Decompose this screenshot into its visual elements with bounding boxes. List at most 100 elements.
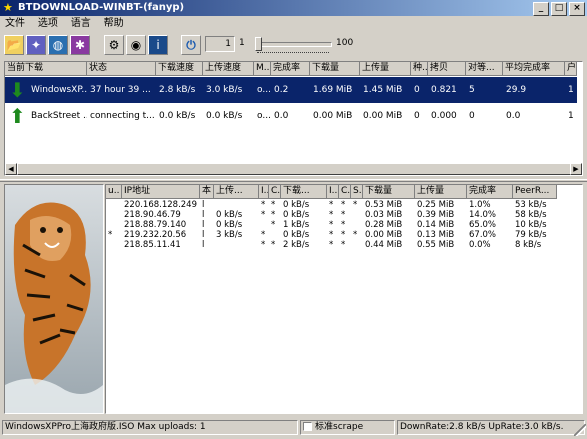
peer-row[interactable]: 220.168.128.249 l * * 0 kB/s * * * 0.53 MiB 0.25 … [106, 200, 557, 210]
max-uploads-spinner[interactable]: 1 [205, 36, 235, 52]
torrent-col-header[interactable]: 拷贝 [428, 62, 466, 76]
peer-cell: 58 kB/s [515, 210, 547, 220]
menu-help[interactable]: 帮助 [99, 16, 129, 32]
scrape-checkbox-box[interactable] [303, 422, 312, 431]
menu-language[interactable]: 语言 [66, 16, 96, 32]
torrent-cell: 0.2 [271, 77, 310, 103]
torrent-cell: 0 [469, 111, 475, 121]
peer-cell: 2 kB/s [283, 240, 310, 250]
peer-cell: 0.28 MiB [365, 220, 403, 230]
peer-col-header[interactable]: I.. [259, 185, 269, 199]
scrape-checkbox[interactable]: 标准scrape [300, 420, 395, 435]
peer-cell: 0.44 MiB [365, 240, 403, 250]
new-torrent-icon[interactable]: ✦ [26, 35, 46, 55]
peer-cell: * [261, 230, 266, 240]
peer-cell: 1.0% [469, 200, 491, 210]
torrent-row[interactable]: BackStreet ... connecting t... 0.0 kB/s 0.0… [5, 103, 577, 129]
peer-col-header[interactable]: C.. [269, 185, 281, 199]
torrent-col-header[interactable]: 状态 [87, 62, 156, 76]
peer-row[interactable]: 218.88.79.140 l 0 kB/s * 1 kB/s * * 0.28 MiB 0.1… [106, 220, 557, 230]
peer-cell: * [341, 230, 346, 240]
torrent-col-header[interactable]: 当前下载 [5, 62, 87, 76]
max-uploads-label: 1 [239, 38, 245, 48]
peer-cell: 218.88.79.140 [124, 220, 187, 230]
peer-col-header[interactable]: 上传... [214, 185, 259, 199]
peer-cell: l [202, 220, 205, 230]
peer-cell [351, 240, 363, 250]
peer-col-header[interactable]: I.. [327, 185, 339, 199]
torrent-list: 当前下载 状态 下载速度 上传速度 M.. 完成率 下载量 上传量 种.. 拷贝 对等... 平均完成… [4, 61, 583, 176]
torrent-cell: 0.0 kB/s [206, 111, 243, 121]
torrent-col-header[interactable]: 户 [565, 62, 577, 76]
resize-grip[interactable] [574, 424, 586, 436]
peer-list-header: u..IP地址本上传...I..C..下载...I..C..S..下载量上传量完… [106, 185, 557, 199]
torrent-cell: 1.69 MiB [310, 77, 360, 103]
torrent-cell: 37 hour 39 ... [87, 77, 156, 103]
torrent-col-header[interactable]: 下载速度 [156, 62, 203, 76]
scroll-right-button[interactable]: ▶ [570, 163, 582, 175]
pane-splitter[interactable] [0, 179, 587, 182]
power-icon[interactable]: ⏻ [181, 35, 201, 55]
scrape-label: 标准scrape [315, 422, 364, 432]
peer-col-header[interactable]: C.. [339, 185, 351, 199]
menu-bar: 文件 选项 语言 帮助 [0, 16, 587, 32]
torrent-cell: 1 [568, 111, 574, 121]
rate-slider[interactable] [255, 37, 332, 53]
peer-cell [106, 200, 122, 210]
peer-cell: l [202, 200, 205, 210]
torrent-row[interactable]: WindowsXP... 37 hour 39 ... 2.8 kB/s 3.0 kB… [5, 77, 577, 103]
peer-cell: * [329, 200, 334, 210]
peer-cell: l [202, 210, 205, 220]
settings-icon[interactable]: ⚙ [104, 35, 124, 55]
torrent-col-header[interactable]: M.. [254, 62, 271, 76]
peer-cell [106, 240, 122, 250]
scroll-thumb[interactable] [17, 163, 572, 175]
peer-col-header[interactable]: 本 [200, 185, 214, 199]
window-title: BTDOWNLOAD-WINBT-(fanyp) [18, 2, 185, 13]
torrent-cell: 0.000 [431, 111, 457, 121]
peer-col-header[interactable]: 完成率 [467, 185, 513, 199]
peer-cell: 0.03 MiB [365, 210, 403, 220]
peer-col-header[interactable]: 下载量 [363, 185, 415, 199]
scroll-left-button[interactable]: ◀ [5, 163, 17, 175]
peer-col-header[interactable]: PeerR... [513, 185, 557, 199]
peer-cell: 14.0% [469, 210, 497, 220]
close-button[interactable]: × [569, 2, 585, 16]
peer-col-header[interactable]: 下载... [281, 185, 327, 199]
peer-row[interactable]: 218.85.11.41 l * * 2 kB/s * * 0.44 MiB 0.55 MiB 0… [106, 240, 557, 250]
menu-file[interactable]: 文件 [0, 16, 30, 32]
torrent-col-header[interactable]: 平均完成率 [503, 62, 565, 76]
peer-col-header[interactable]: S.. [351, 185, 363, 199]
torrent-cell: 0.0 [274, 111, 289, 121]
slider-thumb[interactable] [255, 37, 262, 51]
peer-col-header[interactable]: 上传量 [415, 185, 467, 199]
open-folder-icon[interactable]: 📂 [4, 35, 24, 55]
torrent-list-header: 当前下载 状态 下载速度 上传速度 M.. 完成率 下载量 上传量 种.. 拷贝 对等... 平均完成… [5, 62, 577, 76]
torrent-cell: 0.0 kB/s [159, 111, 196, 121]
info-icon[interactable]: i [148, 35, 168, 55]
status-file-info: WindowsXPPro上海政府版.ISO Max uploads: 1 [2, 420, 298, 435]
menu-options[interactable]: 选项 [33, 16, 63, 32]
disk-icon[interactable]: ◉ [126, 35, 146, 55]
peer-cell [214, 200, 259, 210]
color-palette-icon[interactable]: ✱ [70, 35, 90, 55]
torrent-col-header[interactable]: 完成率 [271, 62, 310, 76]
maximize-button[interactable]: □ [551, 2, 567, 16]
peer-col-header[interactable]: u.. [106, 185, 122, 199]
torrent-col-header[interactable]: 种.. [411, 62, 428, 76]
peer-row[interactable]: * 219.232.20.56 l 3 kB/s * 0 kB/s * * * 0.00 MiB 0… [106, 230, 557, 240]
torrent-hscrollbar[interactable]: ◀ ▶ [5, 163, 582, 175]
peer-row[interactable]: 218.90.46.79 l 0 kB/s * * 0 kB/s * * 0.03 MiB 0.3… [106, 210, 557, 220]
peer-cell [259, 220, 269, 230]
torrent-col-header[interactable]: 上传量 [360, 62, 411, 76]
minimize-button[interactable]: _ [533, 2, 549, 16]
peer-col-header[interactable]: IP地址 [122, 185, 200, 199]
peer-cell: * [329, 220, 334, 230]
slider-track [255, 42, 332, 47]
torrent-col-header[interactable]: 上传速度 [203, 62, 254, 76]
globe-icon[interactable]: ◍ [48, 35, 68, 55]
torrent-col-header[interactable]: 对等... [466, 62, 503, 76]
peer-cell: * [341, 220, 346, 230]
torrent-col-header[interactable]: 下载量 [310, 62, 360, 76]
peer-cell: * [341, 240, 346, 250]
